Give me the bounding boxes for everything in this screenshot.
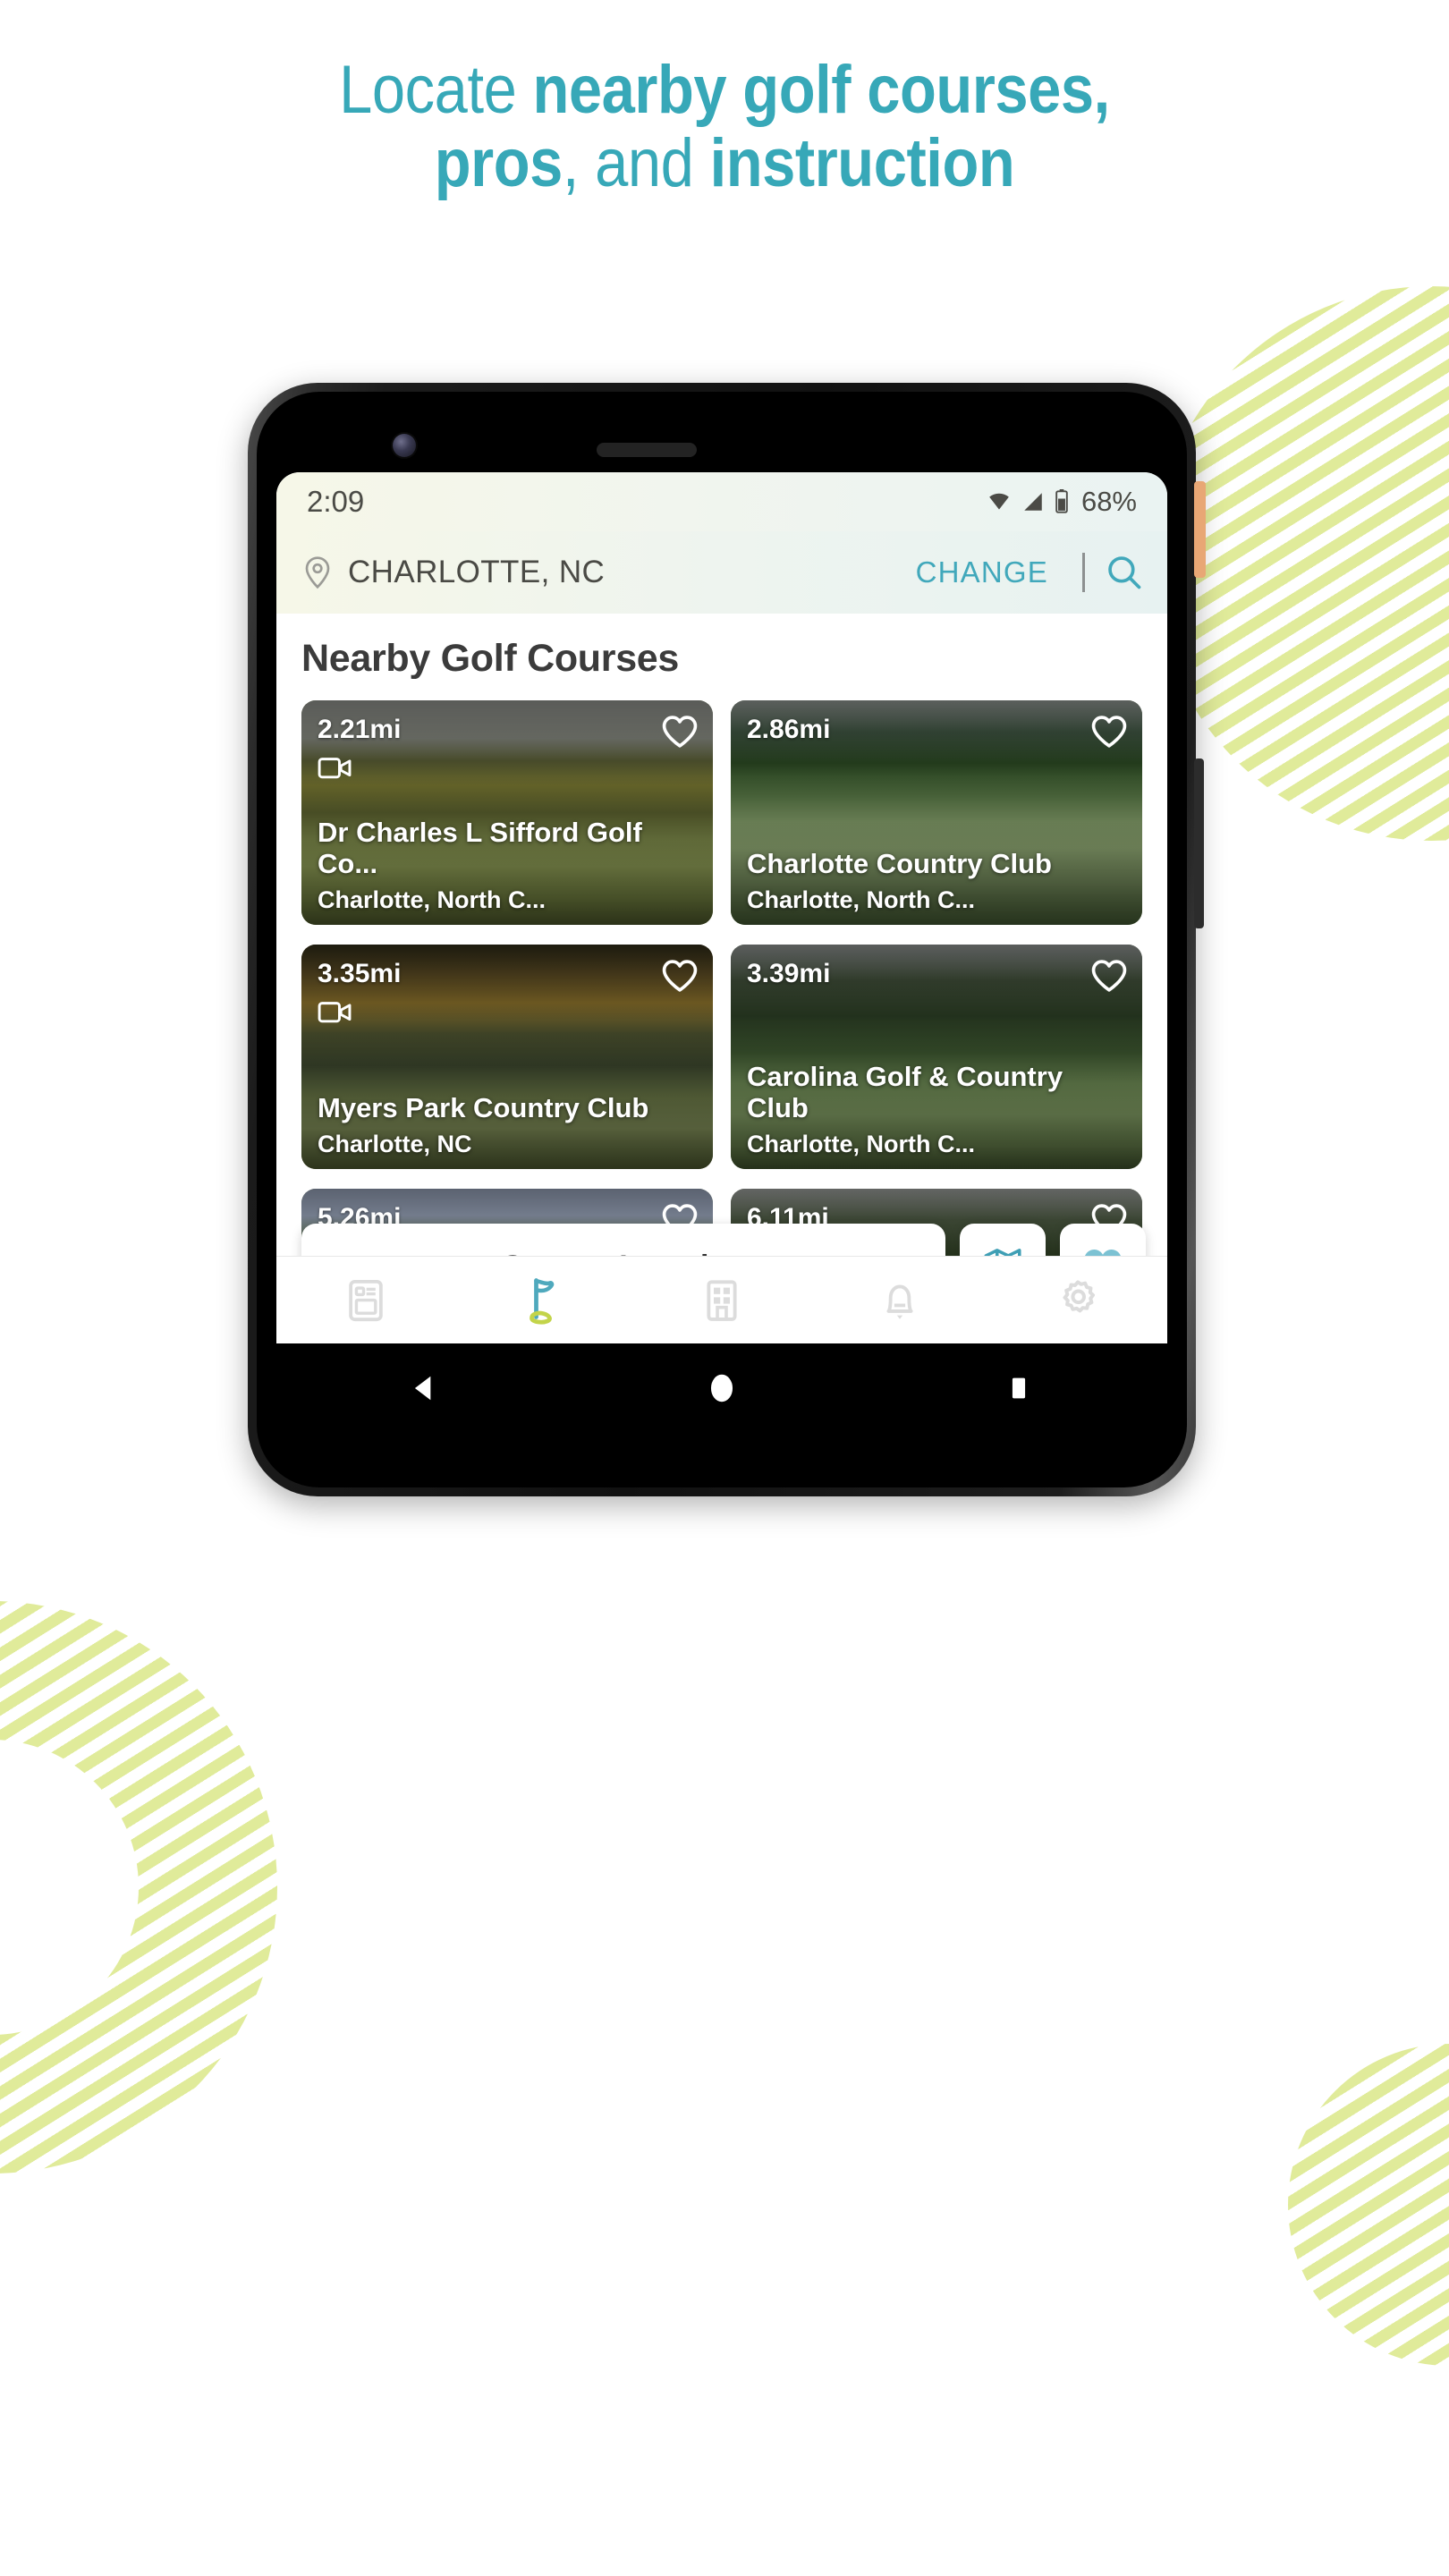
video-available-icon <box>318 1002 352 1023</box>
decorative-striped-ring-bottom-left <box>0 1601 277 2174</box>
location-bar: CHARLOTTE, NC CHANGE <box>276 531 1167 614</box>
nav-item-facilities[interactable] <box>686 1272 758 1329</box>
course-city: Charlotte, North C... <box>318 886 546 913</box>
course-distance: 2.21mi <box>318 715 402 744</box>
headline-line1-bold: nearby golf courses, <box>532 52 1110 128</box>
phone-mockup: 2:09 68% CHARLOTTE, NC CHANGE Nearby Gol… <box>248 383 1206 1496</box>
course-card[interactable]: 3.35mi Myers Park Country Club Charlotte… <box>301 945 713 1169</box>
battery-icon <box>1055 489 1068 513</box>
favorite-heart-icon[interactable] <box>661 959 699 993</box>
favorite-heart-icon[interactable] <box>1090 959 1128 993</box>
home-circle-icon <box>710 1374 733 1402</box>
course-card[interactable]: 3.39mi Carolina Golf & Country Club Char… <box>731 945 1142 1169</box>
course-card-text: Dr Charles L Sifford Golf Co... Charlott… <box>318 817 702 914</box>
headline-line2-bold-b: instruction <box>709 125 1015 202</box>
nav-item-settings[interactable] <box>1042 1272 1114 1329</box>
favorite-heart-icon[interactable] <box>1090 715 1128 749</box>
gear-icon <box>1063 1279 1096 1312</box>
current-location-label: CHARLOTTE, NC <box>348 555 606 589</box>
volume-button[interactable] <box>1194 758 1204 928</box>
headline-line2-bold-a: pros <box>434 125 564 202</box>
signal-icon <box>1024 493 1042 511</box>
course-distance: 3.39mi <box>747 959 831 988</box>
android-home-button[interactable] <box>695 1361 749 1415</box>
course-name: Carolina Golf & Country Club <box>747 1060 1063 1123</box>
video-available-icon <box>318 758 352 779</box>
status-icons: 68% <box>986 486 1137 518</box>
power-button[interactable] <box>1194 481 1206 578</box>
phone-screen-bezel: 2:09 68% CHARLOTTE, NC CHANGE Nearby Gol… <box>257 392 1187 1487</box>
search-icon[interactable] <box>1105 553 1144 592</box>
course-card-top: 3.39mi <box>747 959 1128 993</box>
golf-flag-icon <box>529 1277 555 1325</box>
building-icon <box>707 1279 737 1321</box>
course-name: Charlotte Country Club <box>747 847 1052 879</box>
course-card-top: 3.35mi <box>318 959 699 993</box>
nav-item-notifications[interactable] <box>864 1272 936 1329</box>
battery-percent: 68% <box>1080 486 1137 517</box>
course-card[interactable]: 2.21mi Dr Charles L Sifford Golf Co... C… <box>301 700 713 925</box>
decorative-striped-circle-bottom-right <box>1288 2044 1449 2366</box>
marketing-headline: Locate nearby golf courses, pros, and in… <box>87 52 1362 202</box>
android-recents-button[interactable] <box>992 1361 1046 1415</box>
app-screen: 2:09 68% CHARLOTTE, NC CHANGE Nearby Gol… <box>276 472 1167 1343</box>
android-navigation-bar <box>276 1343 1167 1433</box>
course-city: Charlotte, North C... <box>747 886 975 913</box>
headline-line2-light: , and <box>562 125 710 202</box>
bell-icon <box>886 1284 913 1319</box>
change-location-button[interactable]: CHANGE <box>902 555 1063 589</box>
course-card-text: Charlotte Country Club Charlotte, North … <box>747 848 1131 914</box>
front-camera <box>393 434 416 457</box>
news-feed-icon <box>348 1279 383 1321</box>
course-card-text: Myers Park Country Club Charlotte, NC <box>318 1092 702 1158</box>
course-distance: 2.86mi <box>747 715 831 744</box>
course-city: Charlotte, North C... <box>747 1131 975 1157</box>
course-card-text: Carolina Golf & Country Club Charlotte, … <box>747 1061 1131 1158</box>
course-name: Dr Charles L Sifford Golf Co... <box>318 816 642 879</box>
header-divider <box>1082 553 1085 592</box>
course-name: Myers Park Country Club <box>318 1091 649 1123</box>
status-time: 2:09 <box>307 485 365 518</box>
nav-item-feed[interactable] <box>330 1272 402 1329</box>
nav-item-golf-courses[interactable] <box>508 1272 580 1329</box>
course-distance: 3.35mi <box>318 959 402 988</box>
earpiece-speaker <box>597 443 697 457</box>
recents-square-icon <box>1012 1377 1026 1399</box>
course-city: Charlotte, NC <box>318 1131 472 1157</box>
android-back-button[interactable] <box>398 1361 452 1415</box>
course-card-top: 2.21mi <box>318 715 699 749</box>
wifi-icon <box>989 493 1009 510</box>
course-card-top: 2.86mi <box>747 715 1128 749</box>
decorative-ring-hole <box>0 1740 139 2035</box>
course-card[interactable]: 2.86mi Charlotte Country Club Charlotte,… <box>731 700 1142 925</box>
status-bar: 2:09 68% <box>276 472 1167 531</box>
location-pin-icon <box>305 556 330 589</box>
bottom-navigation <box>276 1256 1167 1343</box>
headline-line1-light: Locate <box>339 52 533 128</box>
page-title: Nearby Golf Courses <box>301 637 680 680</box>
back-triangle-icon <box>414 1376 431 1401</box>
favorite-heart-icon[interactable] <box>661 715 699 749</box>
